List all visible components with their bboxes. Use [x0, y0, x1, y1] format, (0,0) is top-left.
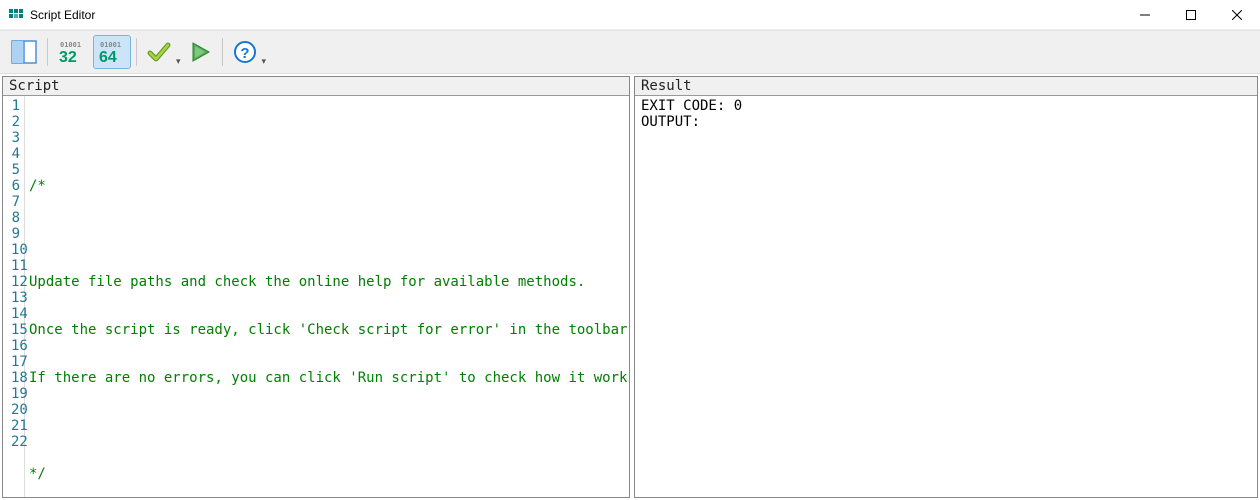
line-number: 14: [11, 306, 20, 322]
check-icon: [147, 40, 171, 64]
close-button[interactable]: [1214, 0, 1260, 30]
line-number: 12: [11, 274, 20, 290]
mode-64-icon: 01001 64: [98, 39, 126, 65]
line-number: 8: [11, 210, 20, 226]
mode-64-button[interactable]: 01001 64: [93, 35, 131, 69]
toolbar-separator: [47, 38, 48, 66]
play-icon: [189, 41, 211, 63]
help-button[interactable]: ?: [228, 35, 262, 69]
check-script-button[interactable]: [142, 35, 176, 69]
svg-text:?: ?: [240, 45, 249, 62]
line-number: 17: [11, 354, 20, 370]
code-line: [29, 226, 629, 242]
help-dropdown-icon[interactable]: ▾: [262, 56, 267, 73]
code-line: [29, 418, 629, 434]
minimize-button[interactable]: [1122, 0, 1168, 30]
line-number: 18: [11, 370, 20, 386]
toolbar: 01001 32 01001 64 ▾ ? ▾: [0, 30, 1260, 74]
minimize-icon: [1140, 10, 1150, 20]
svg-text:01001: 01001: [100, 41, 121, 49]
svg-text:01001: 01001: [60, 41, 81, 49]
line-number: 16: [11, 338, 20, 354]
check-dropdown-icon[interactable]: ▾: [176, 56, 181, 73]
line-number: 6: [11, 178, 20, 194]
window-controls: [1122, 0, 1260, 29]
line-number: 21: [11, 418, 20, 434]
result-output[interactable]: EXIT CODE: 0 OUTPUT:: [635, 95, 1257, 497]
mode-32-button[interactable]: 01001 32: [53, 35, 91, 69]
line-number: 3: [11, 130, 20, 146]
line-number: 2: [11, 114, 20, 130]
content-area: Script 123456789101112131415161718192021…: [0, 74, 1260, 500]
toolbar-separator: [136, 38, 137, 66]
code-line: [29, 130, 629, 146]
code-line: If there are no errors, you can click 'R…: [29, 370, 629, 386]
line-number: 7: [11, 194, 20, 210]
script-pane-header: Script: [3, 77, 629, 95]
result-line: EXIT CODE: 0: [641, 98, 742, 114]
mode-32-icon: 01001 32: [58, 39, 86, 65]
line-number: 10: [11, 242, 20, 258]
app-icon: [8, 7, 24, 23]
titlebar: Script Editor: [0, 0, 1260, 30]
line-number: 20: [11, 402, 20, 418]
script-pane: Script 123456789101112131415161718192021…: [2, 76, 630, 498]
code-line: */: [29, 466, 629, 482]
code-area[interactable]: /* Update file paths and check the onlin…: [25, 96, 629, 497]
maximize-button[interactable]: [1168, 0, 1214, 30]
result-pane: Result EXIT CODE: 0 OUTPUT:: [634, 76, 1258, 498]
line-number: 1: [11, 98, 20, 114]
toolbar-separator: [222, 38, 223, 66]
code-line: /*: [29, 178, 629, 194]
run-script-button[interactable]: [183, 35, 217, 69]
line-gutter: 12345678910111213141516171819202122: [3, 96, 25, 497]
split-view-button[interactable]: [6, 35, 42, 69]
result-pane-header: Result: [635, 77, 1257, 95]
close-icon: [1232, 10, 1242, 20]
result-line: OUTPUT:: [641, 114, 700, 130]
line-number: 19: [11, 386, 20, 402]
line-number: 5: [11, 162, 20, 178]
line-number: 11: [11, 258, 20, 274]
script-editor[interactable]: 12345678910111213141516171819202122 /* U…: [3, 95, 629, 497]
svg-text:64: 64: [99, 49, 117, 65]
help-icon: ?: [233, 40, 257, 64]
window-title: Script Editor: [30, 8, 1122, 22]
maximize-icon: [1186, 10, 1196, 20]
svg-text:32: 32: [59, 49, 77, 65]
code-line: Update file paths and check the online h…: [29, 274, 629, 290]
code-line: Once the script is ready, click 'Check s…: [29, 322, 629, 338]
line-number: 15: [11, 322, 20, 338]
split-view-icon: [11, 39, 37, 65]
line-number: 13: [11, 290, 20, 306]
line-number: 4: [11, 146, 20, 162]
line-number: 22: [11, 434, 20, 450]
line-number: 9: [11, 226, 20, 242]
